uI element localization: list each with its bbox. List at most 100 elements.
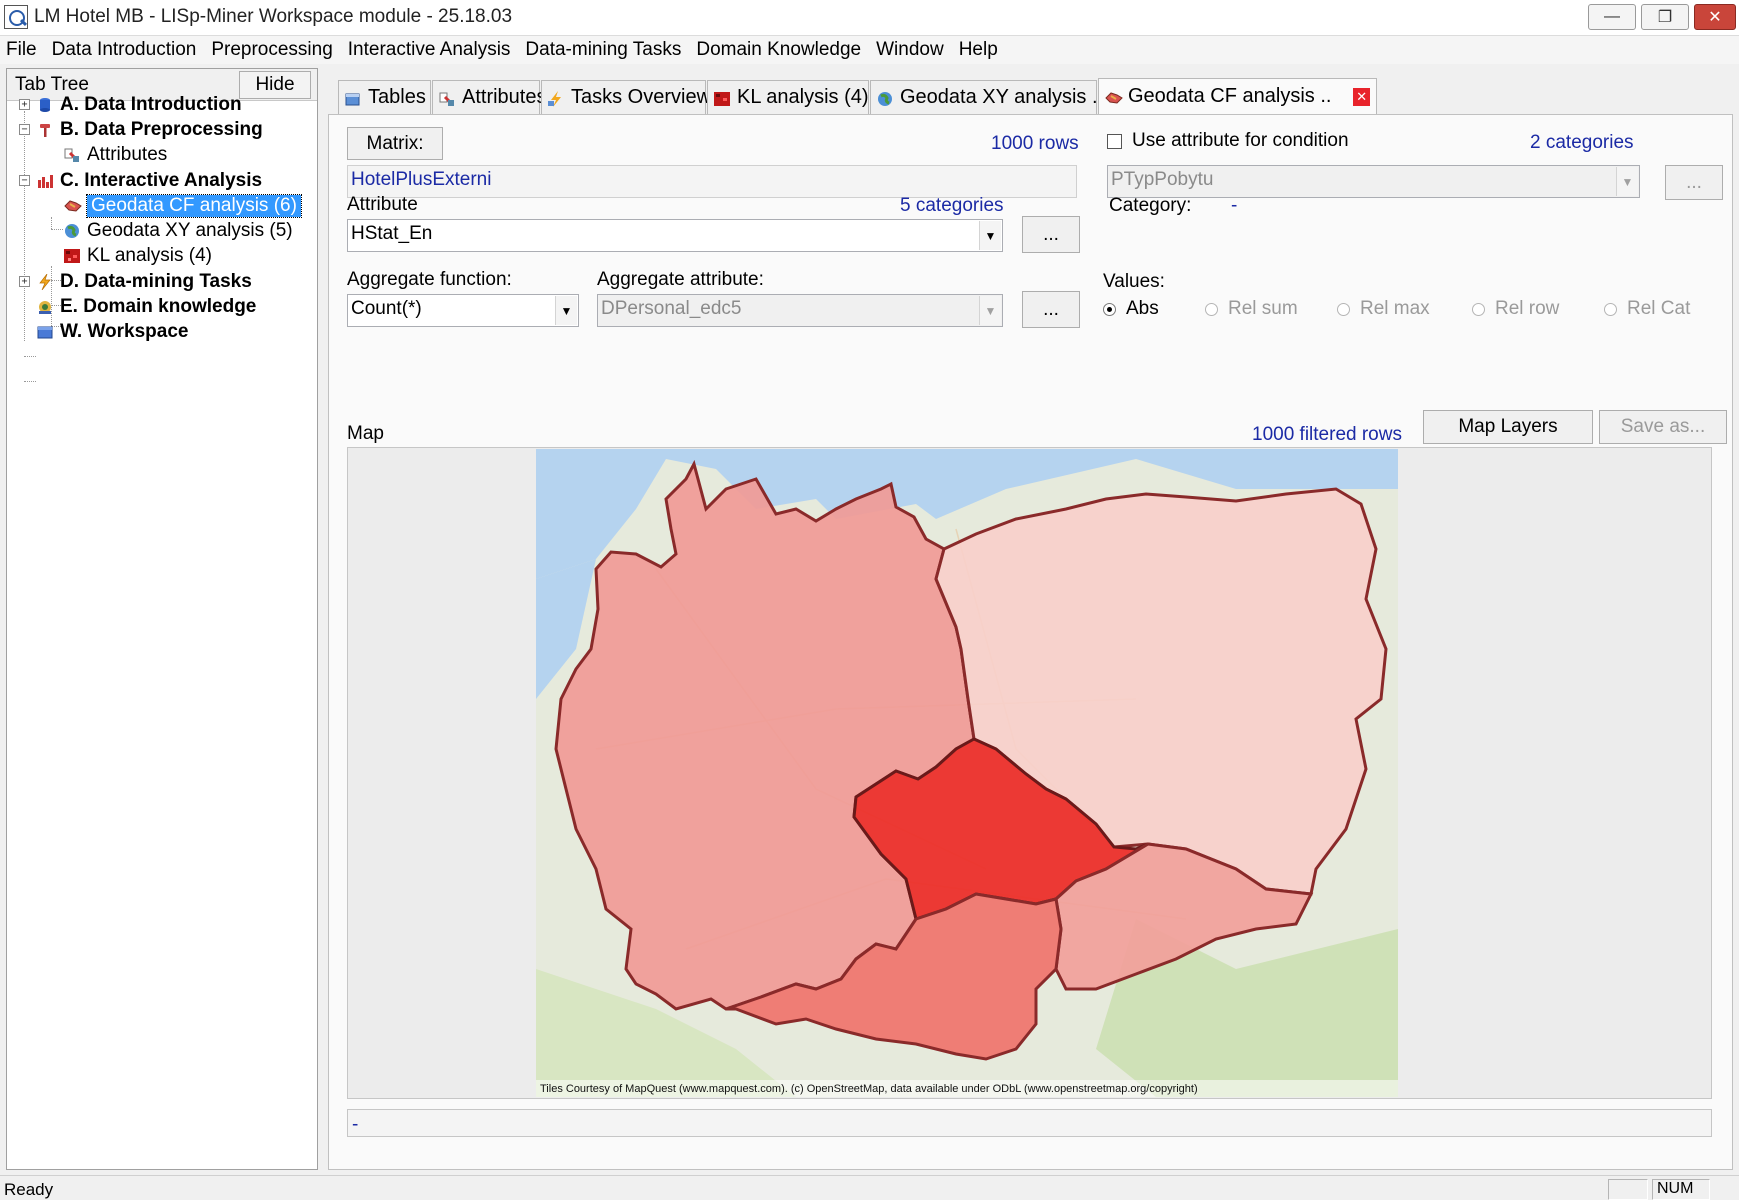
map-layers-button[interactable]: Map Layers [1423,410,1593,444]
attribute-value: HStat_En [351,223,433,244]
tab-content: Matrix: 1000 rows HotelPlusExterni Use a… [328,114,1733,1170]
hide-button[interactable]: Hide [239,71,311,99]
restore-button[interactable]: ❐ [1641,4,1689,30]
radio-abs[interactable]: Abs [1103,298,1159,320]
category-label: Category: [1109,195,1192,216]
lightning-icon [37,273,53,291]
menu-window[interactable]: Window [876,39,944,61]
chevron-down-icon: ▼ [1616,167,1638,196]
map-icon [64,198,82,214]
map-canvas[interactable]: Tiles Courtesy of MapQuest (www.mapquest… [536,449,1398,1097]
use-condition-checkbox[interactable] [1107,134,1122,149]
tab-attributes[interactable]: Attributes [432,80,546,114]
aggregate-function-value: Count(*) [351,298,422,319]
tree-item-domain-knowledge[interactable]: E. Domain knowledge [37,294,256,320]
tools-icon [37,122,53,138]
menu-data-introduction[interactable]: Data Introduction [52,39,197,61]
attribute-more-button[interactable]: ... [1022,216,1080,253]
map-label: Map [347,423,384,444]
menu-file[interactable]: File [6,39,37,61]
tab-geodata-xy-analysis[interactable]: Geodata XY analysis .. [870,80,1103,114]
tree-item-kl-analysis[interactable]: KL analysis (4) [64,243,212,269]
filtered-rows: 1000 filtered rows [1252,424,1402,445]
menu-bar: File Data Introduction Preprocessing Int… [0,36,1739,64]
tree-item-interactive-analysis[interactable]: C. Interactive Analysis [37,168,262,194]
matrix-button[interactable]: Matrix: [347,127,443,160]
tab-strip: Tables Attributes Tasks Overview KL anal… [328,78,1733,114]
radio-label: Abs [1126,298,1159,319]
tree-item-data-mining-tasks[interactable]: D. Data-mining Tasks [37,269,252,295]
tree-item-data-preprocessing[interactable]: B. Data Preprocessing [37,117,263,143]
matrix-field: HotelPlusExterni [347,165,1077,198]
tab-label: KL analysis (4) [737,86,869,108]
globe-icon [877,90,893,106]
expander-data-preprocessing[interactable]: − [19,124,30,135]
tree-item-data-introduction[interactable]: A. Data Introduction [37,92,242,118]
tab-kl-analysis[interactable]: KL analysis (4) [707,80,869,114]
minimize-button[interactable]: — [1588,4,1636,30]
aggregate-function-label: Aggregate function: [347,269,512,290]
grid-icon [714,90,730,106]
expander-data-mining-tasks[interactable]: + [19,276,30,287]
menu-data-mining-tasks[interactable]: Data-mining Tasks [525,39,681,61]
map-view[interactable]: Tiles Courtesy of MapQuest (www.mapquest… [347,447,1712,1099]
main-area: Tables Attributes Tasks Overview KL anal… [328,68,1733,1170]
tab-tasks-overview[interactable]: Tasks Overview [541,80,711,114]
app-icon [4,5,28,29]
tables-icon [345,90,361,106]
status-ready: Ready [4,1180,54,1199]
chevron-down-icon: ▼ [979,296,1001,325]
values-label: Values: [1103,271,1165,292]
condition-more-button[interactable]: ... [1665,165,1723,200]
expander-data-introduction[interactable]: + [19,99,30,110]
radio-rel-max[interactable]: Rel max [1337,298,1430,320]
condition-categories: 2 categories [1530,132,1634,153]
tab-close-icon[interactable]: ✕ [1353,87,1370,106]
rows-count: 1000 rows [991,133,1079,154]
attribute-label: Attribute [347,194,418,215]
aggregate-attribute-label: Aggregate attribute: [597,269,764,290]
tab-geodata-cf-analysis[interactable]: Geodata CF analysis .. ✕ [1098,78,1377,114]
tree-item-geodata-cf-analysis[interactable]: Geodata CF analysis (6) [64,193,302,219]
radio-rel-cat[interactable]: Rel Cat [1604,298,1690,320]
map-attribution: Tiles Courtesy of MapQuest (www.mapquest… [540,1083,1198,1095]
title-bar: LM Hotel MB - LISp-Miner Workspace modul… [0,0,1739,36]
tree-item-label: D. Data-mining Tasks [60,271,252,292]
menu-preprocessing[interactable]: Preprocessing [211,39,332,61]
aggregate-more-button[interactable]: ... [1022,291,1080,328]
tree-item-label: B. Data Preprocessing [60,119,263,140]
tree-item-label: W. Workspace [60,321,189,342]
save-as-button[interactable]: Save as... [1599,410,1727,444]
tree-item-label: Geodata CF analysis (6) [86,194,302,218]
aggregate-function-select[interactable]: Count(*) ▼ [347,294,579,327]
tab-label: Attributes [462,86,547,108]
tab-label: Tables [368,86,426,108]
tree-item-workspace[interactable]: W. Workspace [37,319,188,345]
menu-interactive-analysis[interactable]: Interactive Analysis [348,39,511,61]
radio-rel-sum[interactable]: Rel sum [1205,298,1298,320]
window-title: LM Hotel MB - LISp-Miner Workspace modul… [34,6,513,27]
menu-help[interactable]: Help [959,39,998,61]
tree-item-label: Attributes [87,144,168,165]
database-icon [37,97,53,113]
knowledge-icon [37,299,53,315]
menu-domain-knowledge[interactable]: Domain Knowledge [696,39,861,61]
tree-item-label: A. Data Introduction [60,94,242,115]
status-field-value: - [352,1114,359,1135]
tree-item-label: E. Domain knowledge [60,296,257,317]
radio-rel-row[interactable]: Rel row [1472,298,1559,320]
tree-item-attributes[interactable]: Attributes [64,142,167,168]
tree-item-label: C. Interactive Analysis [60,170,263,191]
map-icon [1105,89,1123,105]
tree-item-geodata-xy-analysis[interactable]: Geodata XY analysis (5) [64,218,293,244]
tab-tables[interactable]: Tables [338,80,431,114]
expander-interactive-analysis[interactable]: − [19,175,30,186]
chevron-down-icon: ▼ [979,221,1001,250]
attributes-icon [64,147,80,163]
attribute-select[interactable]: HStat_En ▼ [347,219,1003,252]
radio-label: Rel row [1495,298,1560,319]
tab-tree-panel: Tab Tree Hide + − − + A. Data Introducti… [6,68,318,1170]
close-button[interactable]: ✕ [1694,4,1736,30]
aggregate-attribute-select[interactable]: DPersonal_edc5 ▼ [597,294,1003,327]
condition-attribute-select[interactable]: PTypPobytu ▼ [1107,165,1640,198]
